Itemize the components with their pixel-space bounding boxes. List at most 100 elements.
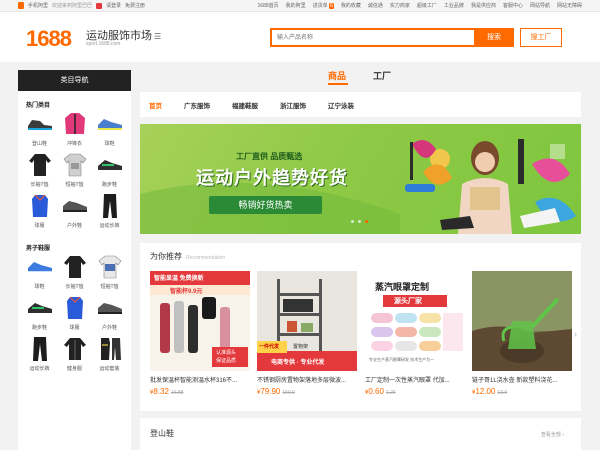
- category-grid: 球鞋 长袖T恤 短袖T恤 跑步鞋 球服 户外鞋 运动长裤 健身服 运动套装: [18, 254, 131, 377]
- welcome-text: 欢迎来到阿里巴巴: [52, 3, 93, 9]
- category-item[interactable]: 短袖T恤: [92, 254, 127, 295]
- category-item[interactable]: 短袖T恤: [57, 152, 92, 193]
- price-current: 0.60: [368, 387, 384, 396]
- mobile-link[interactable]: 手机阿里: [28, 2, 48, 9]
- mobile-icon[interactable]: [18, 2, 24, 9]
- category-item[interactable]: 球鞋: [22, 254, 57, 295]
- category-label: 球服: [69, 325, 80, 331]
- tab-factory[interactable]: 工厂: [373, 69, 391, 82]
- category-item[interactable]: 登山鞋: [22, 111, 57, 152]
- section-title: 登山鞋: [150, 429, 174, 438]
- tab-products[interactable]: 商品: [328, 69, 346, 82]
- site-logo[interactable]: 1688: [26, 26, 72, 52]
- product-image-caption: 蒸汽眼罩定制: [375, 282, 430, 292]
- category-item[interactable]: 球鞋: [92, 111, 127, 152]
- chevron-right-icon[interactable]: ›: [574, 329, 577, 339]
- category-item[interactable]: 运动长裤: [92, 193, 127, 234]
- product-image[interactable]: [472, 271, 572, 371]
- sidebar-title: 类目导航: [18, 70, 131, 91]
- price-current: 8.32: [153, 387, 169, 396]
- product-card[interactable]: 智能显温 免费换新 智能杯9.9元 认准源头 保证品质 批发保温杯智能测温水杯3…: [150, 271, 250, 396]
- nav-supplier-link[interactable]: 我是供应商: [471, 2, 496, 9]
- section-title-text: 为你推荐: [150, 252, 182, 261]
- price-original: 13.0: [497, 390, 508, 396]
- category-group-heading: 热门类目: [26, 103, 51, 109]
- carousel-dot[interactable]: [358, 220, 361, 223]
- nav-brand-link[interactable]: 工业品牌: [444, 2, 464, 9]
- product-image[interactable]: 蒸汽眼罩定制 源头厂家 专业生产蒸汽眼罩研发 技术生产为一: [365, 271, 465, 371]
- product-name[interactable]: 批发保温杯智能测温水杯316不...: [150, 375, 250, 384]
- search-box: [270, 28, 474, 47]
- running-shoe-icon: [95, 152, 125, 178]
- view-all-link[interactable]: 查看全部 ›: [541, 431, 564, 438]
- product-name[interactable]: 不锈钢厨房置物架落地多层微波...: [257, 375, 357, 384]
- product-image-caption: 源头厂家: [394, 298, 422, 305]
- login-link[interactable]: 请登录: [106, 2, 121, 9]
- main-tabs: 商品 工厂: [140, 62, 581, 90]
- jacket-icon: [60, 111, 90, 137]
- nav-trust-link[interactable]: 诚信通: [368, 2, 383, 9]
- product-image-caption: 认准源头: [216, 350, 237, 356]
- longsleeve-shirt-icon: [25, 152, 55, 178]
- product-card[interactable]: 一件代发 置物架 电商专供 · 专业代发 不锈钢厨房置物架落地多层微波... ¥…: [257, 271, 357, 396]
- product-price: ¥8.32 16.88: [150, 387, 250, 396]
- category-item[interactable]: 长袖T恤: [22, 152, 57, 193]
- nav-sitemap-link[interactable]: 网站导航: [530, 2, 550, 9]
- product-image-caption: 保证品质: [216, 358, 237, 364]
- nav-cart-link[interactable]: 进货单 6: [313, 2, 334, 9]
- nav-home-link[interactable]: 1688首页: [258, 2, 279, 9]
- tshirt-icon: [95, 254, 125, 280]
- active-tab-indicator: [328, 83, 348, 85]
- category-item[interactable]: 户外鞋: [92, 295, 127, 336]
- price-original: 16.88: [170, 390, 184, 396]
- category-item[interactable]: 运动套装: [92, 336, 127, 377]
- nav-favorites-link[interactable]: 我的收藏: [341, 2, 361, 9]
- market-url: sport.1688.com: [86, 41, 121, 47]
- product-image[interactable]: 一件代发 置物架 电商专供 · 专业代发: [257, 271, 357, 371]
- nav-my-ali-link[interactable]: 我的阿里: [286, 2, 306, 9]
- category-item[interactable]: 跑步鞋: [22, 295, 57, 336]
- category-label: 户外鞋: [66, 223, 82, 229]
- category-item[interactable]: 球服: [57, 295, 92, 336]
- region-nav-liaoning[interactable]: 辽宁泳装: [328, 100, 354, 110]
- nav-service-link[interactable]: 客服中心: [503, 2, 523, 9]
- region-nav-home[interactable]: 首页: [149, 100, 162, 110]
- carousel-dot-active[interactable]: [365, 220, 368, 223]
- promo-banner[interactable]: 工厂直供 品质甄选 运动户外趋势好货 畅销好货热卖: [140, 124, 581, 234]
- jersey-icon: [60, 295, 90, 321]
- product-image-art: [257, 271, 357, 371]
- category-group-heading: 男子鞋服: [26, 246, 51, 252]
- sneaker-icon: [95, 111, 125, 137]
- chevron-right-icon: ›: [562, 432, 564, 438]
- product-image[interactable]: 智能显温 免费换新 智能杯9.9元 认准源头 保证品质: [150, 271, 250, 371]
- product-image-caption: 置物架: [293, 344, 309, 350]
- product-image-caption: 智能显温 免费换新: [154, 276, 204, 282]
- region-nav-guangdong[interactable]: 广东服饰: [184, 100, 210, 110]
- banner-line-3: 畅销好货热卖: [209, 196, 322, 214]
- region-nav-zhejiang[interactable]: 浙江服饰: [280, 100, 306, 110]
- nav-factory-link[interactable]: 超级工厂: [417, 2, 437, 9]
- search-button[interactable]: 搜索: [474, 28, 514, 47]
- product-card[interactable]: 链子哥1L浇水壶 新款塑料浇花... ¥12.00 13.0: [472, 271, 572, 396]
- product-image-caption: 专业生产蒸汽眼罩研发 技术生产为一: [369, 357, 435, 362]
- product-name[interactable]: 工厂定制一次性蒸汽眼罩 代加...: [365, 375, 465, 384]
- category-item[interactable]: 健身服: [57, 336, 92, 377]
- category-item[interactable]: 长袖T恤: [57, 254, 92, 295]
- carousel-dots: [351, 220, 368, 223]
- menu-icon[interactable]: ☰: [154, 32, 161, 41]
- search-input[interactable]: [272, 30, 474, 45]
- longsleeve-shirt-icon: [60, 254, 90, 280]
- product-card[interactable]: 蒸汽眼罩定制 源头厂家 专业生产蒸汽眼罩研发 技术生产为一 工厂定制一次性蒸汽眼…: [365, 271, 465, 396]
- category-item[interactable]: 球服: [22, 193, 57, 234]
- register-link[interactable]: 免费注册: [125, 2, 145, 9]
- category-item[interactable]: 运动长裤: [22, 336, 57, 377]
- nav-accessibility-link[interactable]: 网站无障碍: [557, 2, 582, 9]
- region-nav-fujian[interactable]: 福建鞋服: [232, 100, 258, 110]
- category-item[interactable]: 户外鞋: [57, 193, 92, 234]
- nav-merchant-link[interactable]: 实力商家: [390, 2, 410, 9]
- category-item[interactable]: 冲锋衣: [57, 111, 92, 152]
- product-name[interactable]: 链子哥1L浇水壶 新款塑料浇花...: [472, 375, 572, 384]
- category-item[interactable]: 跑步鞋: [92, 152, 127, 193]
- search-factory-button[interactable]: 搜工厂: [520, 28, 562, 47]
- carousel-dot[interactable]: [351, 220, 354, 223]
